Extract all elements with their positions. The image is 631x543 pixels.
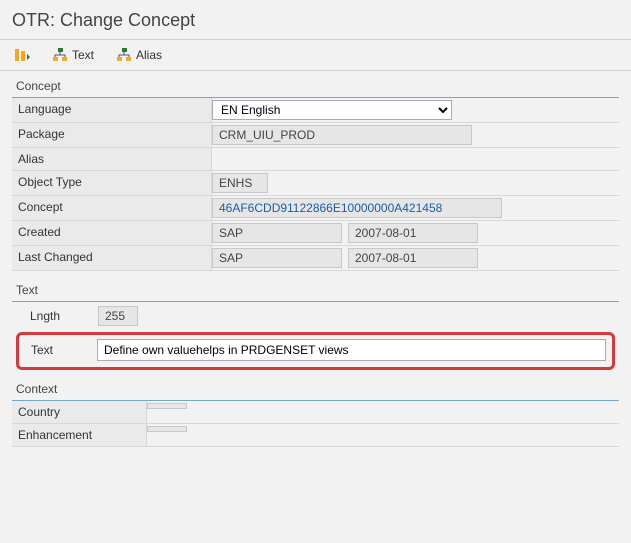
changed-by-value: SAP xyxy=(212,248,342,268)
alias-button[interactable]: Alias xyxy=(116,48,162,62)
text-field-label: Text xyxy=(25,343,97,357)
enhancement-row: Enhancement xyxy=(12,424,619,447)
length-value: 255 xyxy=(98,306,138,326)
text-section-title: Text xyxy=(12,281,619,302)
concept-section: Concept Language EN English Package CRM_… xyxy=(12,77,619,271)
created-date-value: 2007-08-01 xyxy=(348,223,478,243)
language-select[interactable]: EN English xyxy=(212,100,452,120)
concept-id-value[interactable]: 46AF6CDD91122866E10000000A421458 xyxy=(212,198,502,218)
text-input[interactable] xyxy=(97,339,606,361)
object-type-value: ENHS xyxy=(212,173,268,193)
hierarchy-icon xyxy=(52,48,68,62)
text-section: Text Lngth 255 Text xyxy=(12,281,619,370)
text-button-label: Text xyxy=(72,48,94,62)
created-by-value: SAP xyxy=(212,223,342,243)
created-row: Created SAP 2007-08-01 xyxy=(12,221,619,246)
object-type-label: Object Type xyxy=(12,171,212,195)
package-row: Package CRM_UIU_PROD xyxy=(12,123,619,148)
language-row: Language EN English xyxy=(12,98,619,123)
enhancement-label: Enhancement xyxy=(12,424,147,446)
package-label: Package xyxy=(12,123,212,147)
context-section: Context Country Enhancement xyxy=(12,380,619,447)
alias-label: Alias xyxy=(12,148,212,170)
concept-id-row: Concept 46AF6CDD91122866E10000000A421458 xyxy=(12,196,619,221)
last-changed-label: Last Changed xyxy=(12,246,212,270)
text-highlight-box: Text xyxy=(16,332,615,370)
toolbar: Text Alias xyxy=(0,40,631,70)
length-label: Lngth xyxy=(30,309,98,323)
changed-date-value: 2007-08-01 xyxy=(348,248,478,268)
last-changed-row: Last Changed SAP 2007-08-01 xyxy=(12,246,619,271)
language-label: Language xyxy=(12,98,212,122)
page-title: OTR: Change Concept xyxy=(12,10,195,30)
country-label: Country xyxy=(12,401,147,423)
alias-row: Alias xyxy=(12,148,619,171)
created-label: Created xyxy=(12,221,212,245)
concept-id-label: Concept xyxy=(12,196,212,220)
package-value: CRM_UIU_PROD xyxy=(212,125,472,145)
context-section-title: Context xyxy=(12,380,619,401)
execute-button[interactable] xyxy=(14,48,30,62)
length-row: Lngth 255 xyxy=(12,302,619,332)
text-button[interactable]: Text xyxy=(52,48,94,62)
execute-icon xyxy=(14,48,30,62)
concept-section-title: Concept xyxy=(12,77,619,98)
toolbar-divider xyxy=(0,70,631,71)
object-type-row: Object Type ENHS xyxy=(12,171,619,196)
country-row: Country xyxy=(12,401,619,424)
alias-button-label: Alias xyxy=(136,48,162,62)
country-value xyxy=(147,403,187,409)
enhancement-value xyxy=(147,426,187,432)
hierarchy-icon xyxy=(116,48,132,62)
page-header: OTR: Change Concept xyxy=(0,0,631,39)
